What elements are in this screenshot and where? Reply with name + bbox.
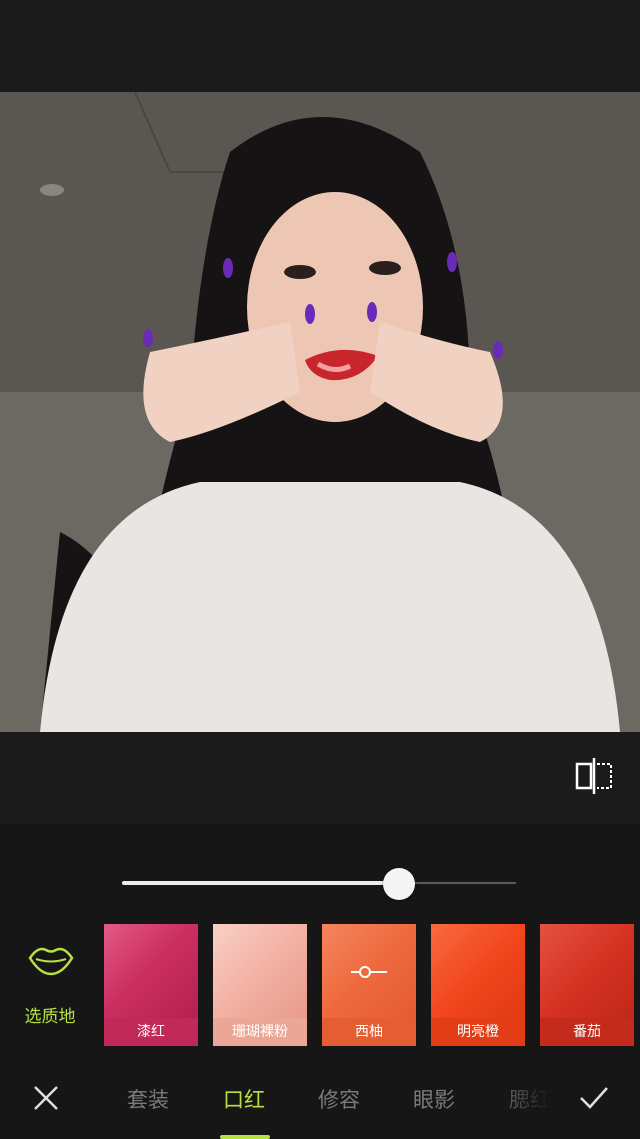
tab-lipstick[interactable]: 口红: [223, 1084, 265, 1114]
compare-icon[interactable]: [574, 756, 614, 796]
intensity-slider[interactable]: [122, 868, 516, 900]
makeup-panel: 选质地 漆红 珊瑚裸粉 西柚 明亮橙 番茄 套装 口红 修容 眼影: [0, 824, 640, 1139]
shade-label: 漆红: [104, 1018, 198, 1046]
slider-fill: [122, 881, 400, 885]
tab-eyeshadow[interactable]: 眼影: [413, 1084, 455, 1114]
compare-area: [0, 732, 640, 824]
swatch-color: [540, 924, 634, 1024]
shade-label: 珊瑚裸粉: [213, 1018, 307, 1046]
shade-swatch-3[interactable]: 明亮橙: [431, 924, 525, 1046]
shade-label: 西柚: [322, 1018, 416, 1046]
active-tab-indicator: [220, 1135, 270, 1139]
checkmark-icon[interactable]: [578, 1084, 610, 1112]
slider-thumb[interactable]: [383, 868, 416, 900]
swatch-color: [104, 924, 198, 1024]
tab-suit[interactable]: 套装: [127, 1084, 169, 1114]
adjust-icon[interactable]: [349, 962, 389, 982]
lips-icon: [28, 947, 74, 976]
swatch-color: [213, 924, 307, 1024]
shade-swatch-0[interactable]: 漆红: [104, 924, 198, 1046]
shade-label: 明亮橙: [431, 1018, 525, 1046]
shade-swatch-2[interactable]: 西柚: [322, 924, 416, 1046]
category-tabs: 套装 口红 修容 眼影 腮红: [0, 1054, 640, 1139]
shade-swatch-4[interactable]: 番茄: [540, 924, 634, 1046]
photo-preview: [0, 92, 640, 732]
texture-label: 选质地: [24, 1007, 76, 1027]
shade-swatch-1[interactable]: 珊瑚裸粉: [213, 924, 307, 1046]
tab-contour[interactable]: 修容: [318, 1084, 360, 1114]
portrait-illustration: [0, 92, 640, 732]
top-bar: [0, 0, 640, 92]
tab-fade: [490, 1074, 550, 1124]
swatch-color: [431, 924, 525, 1024]
texture-selector[interactable]: 选质地: [0, 924, 100, 1046]
shade-list: 漆红 珊瑚裸粉 西柚 明亮橙 番茄: [104, 924, 640, 1046]
close-icon[interactable]: [32, 1084, 60, 1112]
shade-label: 番茄: [540, 1018, 634, 1046]
